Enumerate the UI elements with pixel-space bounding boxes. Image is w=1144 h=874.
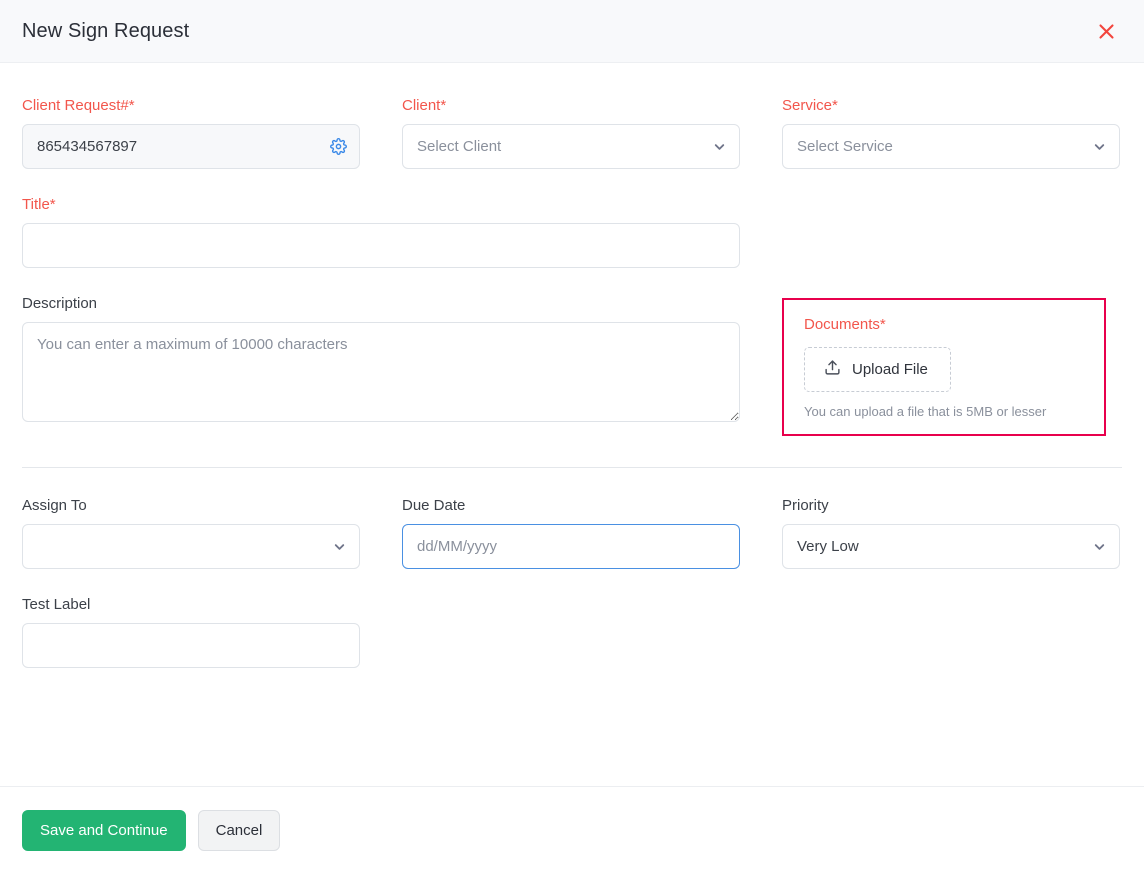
page-title: New Sign Request (22, 19, 189, 43)
field-client: Client* Select Client (402, 97, 740, 196)
dialog-body: Client Request#* Client* (0, 63, 1144, 786)
save-and-continue-button[interactable]: Save and Continue (22, 810, 186, 851)
form-row-1: Client Request#* Client* (22, 97, 1122, 196)
field-title: Title* (22, 196, 740, 268)
upload-file-button[interactable]: Upload File (804, 347, 951, 392)
service-select[interactable]: Select Service (782, 124, 1120, 169)
assign-to-select[interactable] (22, 524, 360, 569)
client-request-label: Client Request#* (22, 97, 360, 115)
field-service: Service* Select Service (782, 97, 1120, 196)
dialog-footer: Save and Continue Cancel (0, 786, 1144, 874)
test-label-label: Test Label (22, 596, 360, 614)
field-description: Description (22, 295, 740, 427)
upload-file-label: Upload File (852, 361, 928, 378)
due-date-label: Due Date (402, 497, 740, 515)
title-input[interactable] (22, 223, 740, 268)
due-date-input[interactable] (402, 524, 740, 569)
client-request-input[interactable] (22, 124, 360, 169)
documents-hint: You can upload a file that is 5MB or les… (804, 404, 1086, 420)
dialog-header: New Sign Request (0, 0, 1144, 63)
right-column: Documents* Upload File You can upload a … (782, 196, 1120, 454)
title-label: Title* (22, 196, 740, 214)
service-label: Service* (782, 97, 1120, 115)
field-due-date: Due Date (402, 497, 740, 596)
documents-label: Documents* (804, 316, 1086, 334)
documents-section: Documents* Upload File You can upload a … (782, 298, 1106, 436)
form-row-2: Title* Description Documents* (22, 196, 1122, 454)
field-assign-to: Assign To (22, 497, 360, 596)
new-sign-request-dialog: New Sign Request Client Request#* (0, 0, 1144, 874)
priority-select[interactable]: Very Low (782, 524, 1120, 569)
section-divider (22, 467, 1122, 468)
client-select[interactable]: Select Client (402, 124, 740, 169)
form-row-3: Assign To Due Date (22, 497, 1122, 596)
field-client-request: Client Request#* (22, 97, 360, 196)
close-button[interactable] (1092, 17, 1120, 45)
priority-label: Priority (782, 497, 1120, 515)
test-label-input[interactable] (22, 623, 360, 668)
gear-icon[interactable] (329, 138, 347, 156)
field-test-label: Test Label (22, 596, 360, 695)
client-label: Client* (402, 97, 740, 115)
left-column: Title* Description (22, 196, 740, 454)
layout-spacer (782, 196, 1120, 292)
form-row-4: Test Label (22, 596, 1122, 695)
cancel-button[interactable]: Cancel (198, 810, 281, 851)
assign-to-label: Assign To (22, 497, 360, 515)
description-label: Description (22, 295, 740, 313)
description-textarea[interactable] (22, 322, 740, 422)
field-priority: Priority Very Low (782, 497, 1120, 596)
close-icon (1098, 23, 1115, 40)
upload-icon (824, 359, 841, 380)
